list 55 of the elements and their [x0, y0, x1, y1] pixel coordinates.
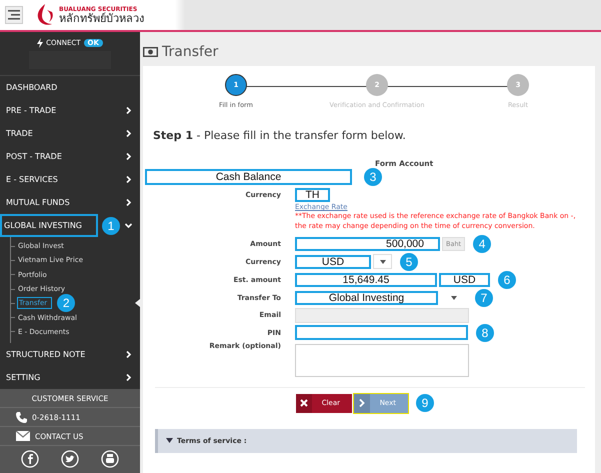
caret-icon: [166, 438, 173, 444]
facebook-icon[interactable]: [21, 450, 39, 468]
estimated-amount-field: 15,649.45: [295, 272, 437, 287]
menu-item[interactable]: PRE - TRADE: [0, 99, 140, 122]
menu-label: STRUCTURED NOTE: [6, 350, 86, 360]
page-title: Transfer: [162, 44, 218, 60]
amount-field[interactable]: 500,000: [295, 236, 440, 251]
callout-badge: 7: [475, 288, 493, 307]
menu-button[interactable]: [5, 6, 23, 24]
dropdown-button[interactable]: [373, 254, 392, 270]
instruction-text: Step 1 - Please fill in the transfer form below.: [153, 129, 407, 142]
callout-badge: 6: [498, 270, 516, 289]
menu-item[interactable]: POST - TRADE: [0, 145, 140, 168]
callout-badge: 3: [364, 168, 382, 186]
pin-field[interactable]: [295, 325, 468, 340]
remark-field[interactable]: [295, 344, 469, 377]
chevron-icon: [358, 399, 365, 408]
currency-field: USD: [439, 272, 490, 287]
currency-select[interactable]: USD: [295, 254, 371, 269]
menu-label: MUTUAL FUNDS: [6, 198, 71, 207]
close-icon: [300, 399, 308, 408]
banknote-icon: [143, 47, 158, 57]
callout-badge: 5: [400, 252, 418, 271]
menu-label: GLOBAL INVESTING: [2, 216, 96, 235]
menu-label: POST - TRADE: [6, 152, 63, 161]
caret-icon: [135, 299, 140, 308]
callout-badge: 8: [476, 324, 494, 342]
menu-item[interactable]: E - SERVICES: [0, 168, 140, 191]
callout-badge: 9: [416, 394, 434, 412]
video-icon[interactable]: [101, 450, 119, 468]
twitter-icon[interactable]: [61, 450, 79, 468]
menu-item[interactable]: STRUCTURED NOTE: [0, 343, 140, 366]
brand-name-thai: หลักทรัพย์บัวหลวง: [59, 12, 144, 24]
callout-badge: 2: [57, 294, 76, 312]
callout-badge: 4: [473, 234, 492, 253]
menu-item[interactable]: TRADE: [0, 122, 140, 145]
lightning-icon: [37, 38, 44, 48]
menu-item[interactable]: SETTING: [0, 366, 140, 390]
menu-label: E - SERVICES: [6, 175, 59, 184]
menu-label: PRE - TRADE: [6, 106, 58, 115]
account-field[interactable]: Cash Balance: [145, 169, 352, 185]
menu-item[interactable]: DASHBOARD: [0, 76, 140, 99]
menu-item[interactable]: GLOBAL INVESTING 1: [0, 214, 140, 237]
menu-label: SETTING: [6, 373, 42, 382]
callout-badge: 1: [102, 216, 120, 234]
currency-field: TH: [295, 188, 330, 202]
phone-icon: [16, 412, 27, 423]
menu-item[interactable]: MUTUAL FUNDS: [0, 191, 140, 214]
dropdown-icon: [450, 296, 456, 300]
dropdown-icon: [380, 260, 386, 264]
menu-icon: [8, 10, 20, 20]
envelope-icon: [16, 431, 30, 442]
menu-label: TRADE: [6, 129, 34, 138]
transfer-select[interactable]: Global Investing: [295, 290, 438, 305]
menu-label: DASHBOARD: [6, 83, 58, 92]
